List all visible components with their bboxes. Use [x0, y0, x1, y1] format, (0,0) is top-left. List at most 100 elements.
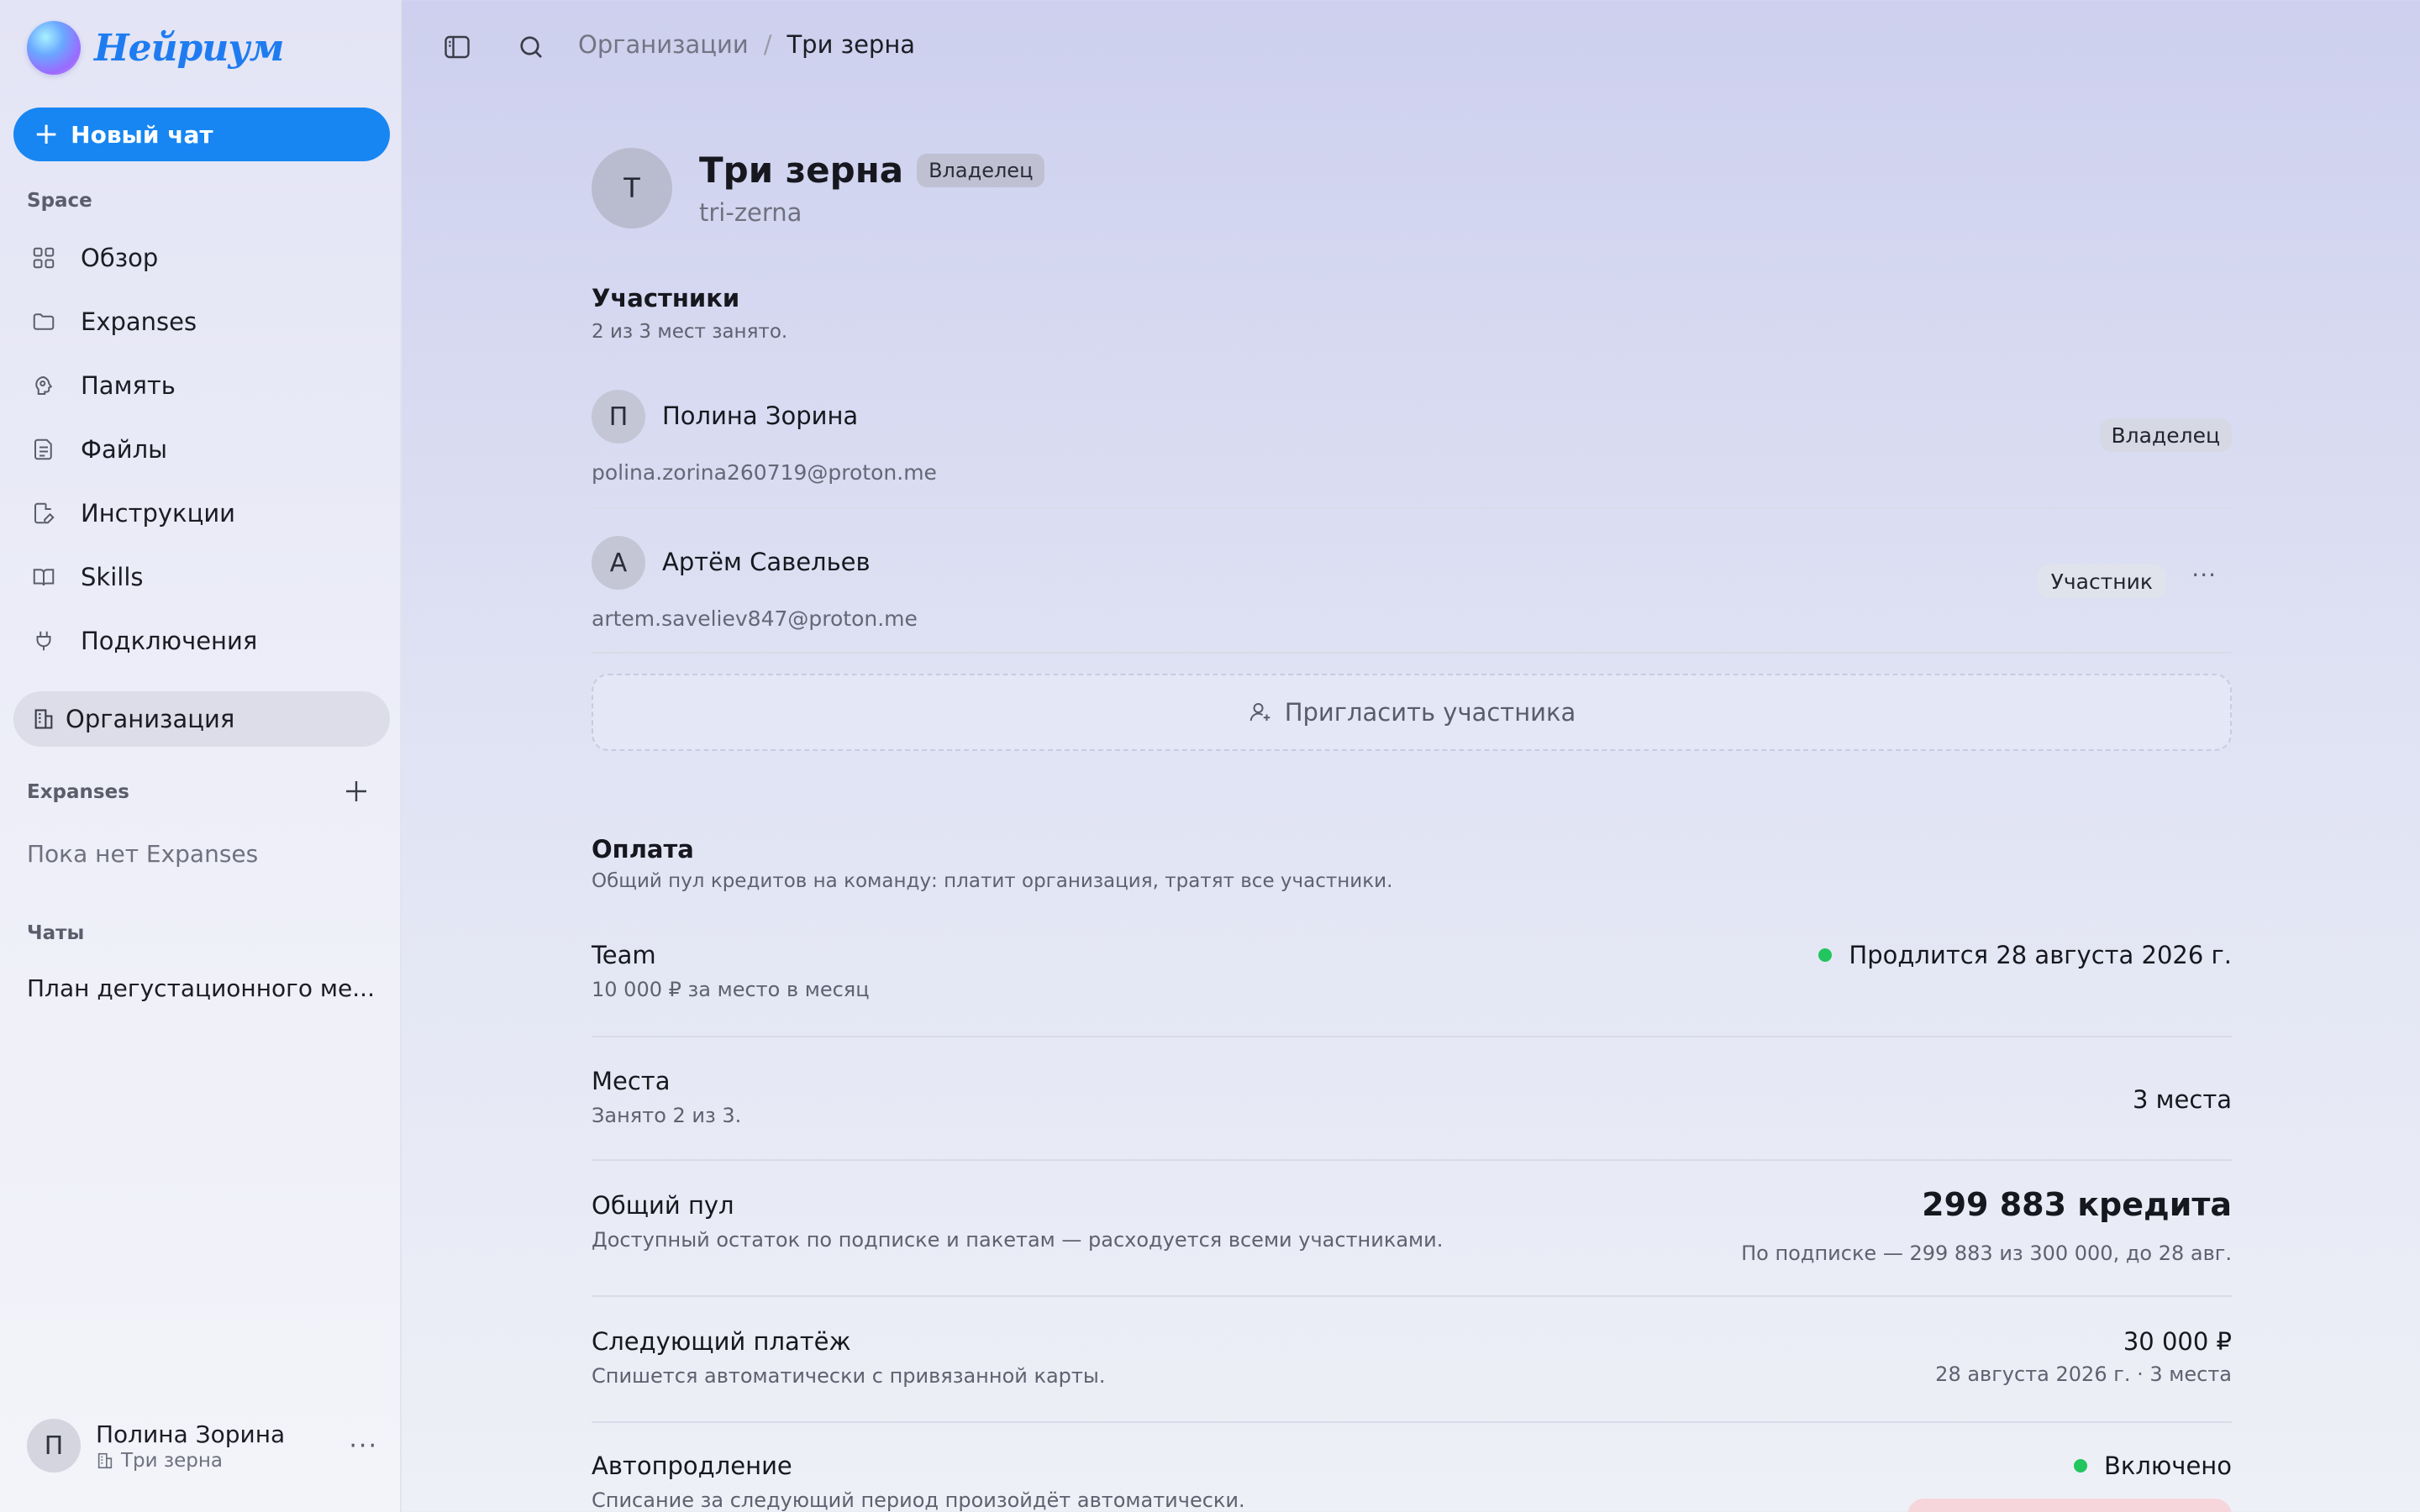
- logo-text: Нейриум: [94, 26, 284, 70]
- logo[interactable]: Нейриум: [27, 20, 284, 76]
- next-payment-row: Следующий платёж Спишется автоматически …: [592, 1327, 2232, 1394]
- plug-icon: [30, 627, 57, 654]
- sidebar-item-label: Организация: [66, 705, 235, 733]
- sidebar-item-instructions[interactable]: Инструкции: [13, 486, 390, 541]
- pool-sub: Доступный остаток по подписке и пакетам …: [592, 1228, 1444, 1252]
- member-role-select[interactable]: Участник: [2037, 564, 2166, 598]
- search-icon: [520, 36, 542, 58]
- org-title-row: Три зерна Владелец: [699, 150, 1045, 191]
- sidebar-item-label: Expanses: [81, 307, 197, 336]
- plan-status: Продлится 28 августа 2026 г.: [1818, 941, 2232, 969]
- members-subtitle: 2 из 3 мест занято.: [592, 321, 788, 343]
- avatar: А: [592, 536, 645, 590]
- sidebar-item-label: Инструкции: [81, 499, 236, 528]
- seats-title: Места: [592, 1067, 671, 1095]
- next-payment-note: 28 августа 2026 г. · 3 места: [1935, 1362, 2232, 1386]
- sidebar-toggle-icon: [445, 35, 470, 59]
- pool-note: По подписке — 299 883 из 300 000, до 28 …: [1741, 1242, 2232, 1265]
- search-button[interactable]: [516, 32, 546, 62]
- logo-orb-icon: [27, 21, 81, 75]
- file-icon: [30, 436, 57, 463]
- chats-section-label: Чаты: [27, 922, 85, 944]
- member-more-icon[interactable]: ···: [2191, 561, 2217, 589]
- sidebar-item-label: Память: [81, 371, 176, 400]
- autorenew-sub: Списание за следующий период произойдёт …: [592, 1488, 1245, 1512]
- status-dot-icon: [1818, 948, 1833, 962]
- add-user-icon: [1249, 703, 1270, 722]
- cancel-autorenew-button[interactable]: [1907, 1499, 2232, 1512]
- brain-icon: [30, 372, 57, 399]
- user-org: Три зерна: [96, 1450, 285, 1472]
- sidebar-item-overview[interactable]: Обзор: [13, 230, 390, 286]
- plus-icon: +: [34, 117, 60, 151]
- expanses-empty-text: Пока нет Expanses: [27, 840, 259, 868]
- pool-value: 299 883 кредита: [1922, 1186, 2232, 1223]
- user-name: Полина Зорина: [96, 1420, 286, 1448]
- members-title: Участники: [592, 284, 740, 312]
- divider: [592, 507, 2232, 509]
- sidebar-item-organization[interactable]: Организация: [13, 691, 390, 747]
- sidebar-item-connections[interactable]: Подключения: [13, 613, 390, 669]
- autorenew-value: Включено: [2103, 1452, 2232, 1480]
- sidebar-item-memory[interactable]: Память: [13, 358, 390, 413]
- billing-title: Оплата: [592, 835, 694, 864]
- divider: [592, 1159, 2232, 1161]
- add-expanse-button[interactable]: [341, 776, 371, 806]
- avatar: П: [592, 390, 645, 444]
- chat-list-item[interactable]: План дегустационного ме...: [27, 974, 380, 1002]
- sidebar-item-label: Подключения: [81, 627, 258, 655]
- role-badge: Владелец: [917, 153, 1045, 187]
- member-name: Артём Савельев: [662, 548, 871, 576]
- sidebar-item-label: Обзор: [81, 244, 159, 272]
- new-chat-label: Новый чат: [71, 120, 213, 149]
- plan-status-text: Продлится 28 августа 2026 г.: [1849, 941, 2232, 969]
- grid-icon: [30, 244, 57, 271]
- member-row: А Артём Савельев artem.saveliev847@proto…: [592, 536, 2232, 662]
- breadcrumb-current: Три зерна: [786, 30, 916, 59]
- plan-price: 10 000 ₽ за место в месяц: [592, 978, 870, 1001]
- pool-title: Общий пул: [592, 1191, 734, 1220]
- sidebar-item-label: Skills: [81, 563, 144, 591]
- folder-icon: [30, 308, 57, 335]
- next-payment-value: 30 000 ₽: [2123, 1327, 2232, 1356]
- sidebar-item-skills[interactable]: Skills: [13, 549, 390, 605]
- seats-value: 3 места: [2133, 1085, 2232, 1114]
- more-icon[interactable]: ···: [349, 1431, 378, 1461]
- member-email: polina.zorina260719@proton.me: [592, 460, 937, 485]
- pool-row: Общий пул Доступный остаток по подписке …: [592, 1186, 2232, 1275]
- building-icon: [30, 706, 57, 732]
- org-slug: tri-zerna: [699, 198, 802, 227]
- org-avatar: Т: [592, 148, 672, 228]
- building-icon: [97, 1452, 113, 1468]
- sidebar-item-files[interactable]: Файлы: [13, 422, 390, 477]
- toggle-sidebar-button[interactable]: [442, 32, 472, 62]
- edit-document-icon: [30, 500, 57, 527]
- plus-icon: [346, 781, 366, 801]
- user-org-name: Три зерна: [121, 1449, 224, 1472]
- divider: [592, 1036, 2232, 1037]
- plan-row: Team 10 000 ₽ за место в месяц Продлится…: [592, 941, 2232, 1008]
- user-profile[interactable]: П Полина Зорина Три зерна ···: [27, 1416, 388, 1475]
- next-payment-title: Следующий платёж: [592, 1327, 851, 1356]
- expanses-section-label: Expanses: [27, 781, 129, 803]
- invite-label: Пригласить участника: [1284, 698, 1576, 727]
- sidebar-item-label: Файлы: [81, 435, 168, 464]
- divider: [592, 1421, 2232, 1423]
- member-name: Полина Зорина: [662, 402, 859, 430]
- seats-row: Места Занято 2 из 3. 3 места: [592, 1067, 2232, 1134]
- breadcrumb-separator: /: [763, 30, 772, 59]
- book-icon: [30, 564, 57, 591]
- status-dot-icon: [2073, 1459, 2087, 1473]
- autorenew-status: Включено: [2073, 1452, 2232, 1480]
- invite-member-button[interactable]: Пригласить участника: [592, 674, 2232, 751]
- plan-name: Team: [592, 941, 656, 969]
- sidebar: Нейриум + Новый чат Space Обзор Expanses…: [0, 0, 402, 1512]
- breadcrumb: Организации / Три зерна: [578, 30, 915, 59]
- next-payment-sub: Спишется автоматически с привязанной кар…: [592, 1364, 1106, 1388]
- sidebar-item-expanses[interactable]: Expanses: [13, 294, 390, 349]
- space-section-label: Space: [27, 190, 92, 212]
- avatar: П: [27, 1419, 81, 1473]
- breadcrumb-parent[interactable]: Организации: [578, 30, 749, 59]
- billing-subtitle: Общий пул кредитов на команду: платит ор…: [592, 870, 1393, 892]
- new-chat-button[interactable]: + Новый чат: [13, 108, 390, 161]
